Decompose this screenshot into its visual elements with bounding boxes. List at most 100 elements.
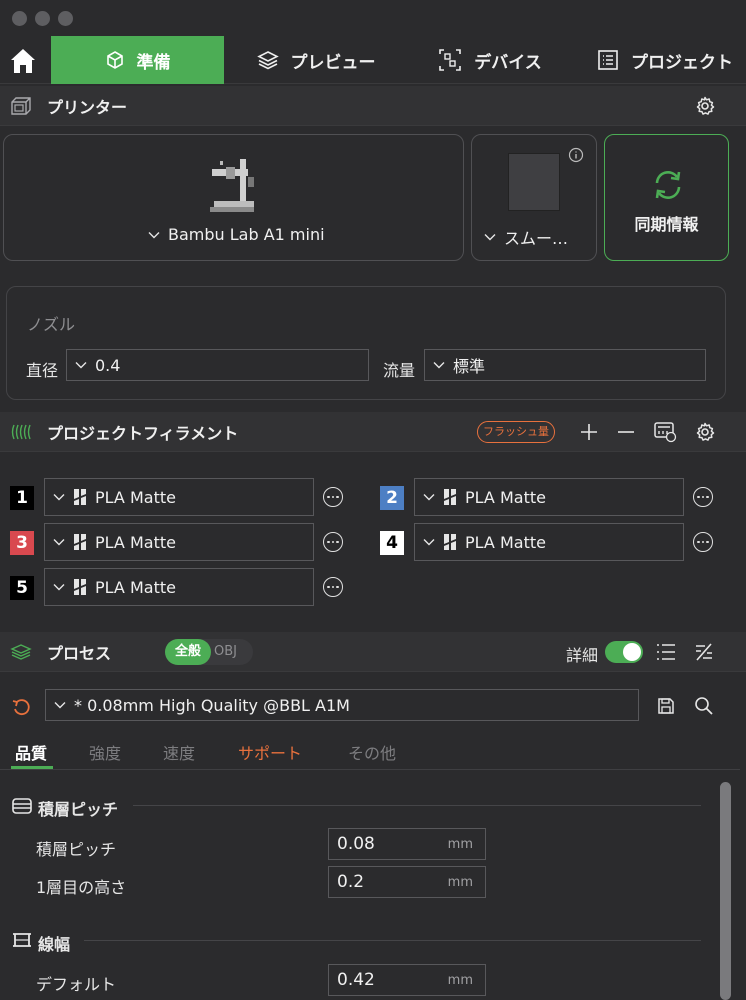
more-options-icon[interactable] xyxy=(323,577,343,597)
search-icon[interactable] xyxy=(694,696,714,716)
filament-icon xyxy=(11,424,31,440)
reset-icon[interactable] xyxy=(11,697,31,717)
filament-select[interactable]: PLA Matte xyxy=(44,523,314,561)
list-view-icon[interactable] xyxy=(656,643,676,661)
gear-icon[interactable] xyxy=(695,422,715,442)
process-section-header: プロセス 全般 OBJ 詳細 xyxy=(0,632,746,672)
filament-slot-number[interactable]: 4 xyxy=(380,531,404,555)
tab-project-label: プロジェクト xyxy=(631,52,733,73)
filament-slot-number[interactable]: 2 xyxy=(380,486,404,510)
active-subtab-indicator xyxy=(11,766,53,769)
zoom-window-button[interactable] xyxy=(58,11,73,26)
first-layer-height-label: 1層目の高さ xyxy=(36,878,127,897)
bambu-logo-icon xyxy=(444,489,456,505)
home-icon[interactable] xyxy=(8,46,38,76)
chevron-down-icon xyxy=(423,539,435,546)
nozzle-title: ノズル xyxy=(27,315,76,334)
filament-name: PLA Matte xyxy=(95,577,176,597)
flow-value: 標準 xyxy=(453,357,486,376)
subtab-3[interactable]: サポート xyxy=(238,740,302,764)
line-width-icon xyxy=(13,933,31,947)
more-options-icon[interactable] xyxy=(693,532,713,552)
sync-icon xyxy=(655,171,681,199)
filament-select[interactable]: PLA Matte xyxy=(44,568,314,606)
layer-height-group-title: 積層ピッチ xyxy=(38,800,119,819)
main-tab-bar: 準備 プレビュー デバイス プロジェクト xyxy=(0,36,746,84)
toggle-obj[interactable]: OBJ xyxy=(214,639,237,665)
subtab-2[interactable]: 速度 xyxy=(163,740,195,764)
diameter-value: 0.4 xyxy=(95,355,121,375)
filament-slot-number[interactable]: 3 xyxy=(10,531,34,555)
minimize-window-button[interactable] xyxy=(35,11,50,26)
diameter-select[interactable]: 0.4 xyxy=(66,349,369,381)
chevron-down-icon xyxy=(75,362,87,369)
filament-slot-number[interactable]: 5 xyxy=(10,576,34,600)
tab-project[interactable]: プロジェクト xyxy=(586,36,744,84)
sync-label: 同期情報 xyxy=(634,215,699,234)
printer-section-title: プリンター xyxy=(47,97,128,117)
printer-section-header: プリンター xyxy=(0,86,746,126)
info-icon[interactable] xyxy=(568,147,584,163)
save-icon[interactable] xyxy=(657,697,675,715)
filament-slot-number[interactable]: 1 xyxy=(10,486,34,510)
more-options-icon[interactable] xyxy=(323,532,343,552)
nozzle-card: ノズル 直径 0.4 流量 標準 xyxy=(6,286,726,400)
chevron-down-icon xyxy=(484,234,496,241)
close-window-button[interactable] xyxy=(12,11,27,26)
plate-name: スムー… xyxy=(504,229,569,248)
bambu-logo-icon xyxy=(444,534,456,550)
printer-select[interactable]: Bambu Lab A1 mini xyxy=(148,225,325,244)
detail-label: 詳細 xyxy=(566,646,599,665)
first-layer-height-input[interactable]: 0.2 mm xyxy=(328,866,486,898)
scrollbar-thumb[interactable] xyxy=(720,782,731,1000)
subtab-1[interactable]: 強度 xyxy=(89,740,121,764)
sync-button[interactable]: 同期情報 xyxy=(604,134,729,261)
tab-prepare[interactable]: 準備 xyxy=(51,36,224,84)
filament-name: PLA Matte xyxy=(465,532,546,552)
layers-icon xyxy=(10,644,32,660)
ams-sync-icon[interactable] xyxy=(653,421,677,443)
printer-card[interactable]: Bambu Lab A1 mini xyxy=(3,134,464,261)
more-options-icon[interactable] xyxy=(693,487,713,507)
flush-volume-button[interactable]: フラッシュ量 xyxy=(477,421,555,443)
diameter-label: 直径 xyxy=(26,361,59,380)
group-divider xyxy=(133,805,701,806)
process-preset-value: * 0.08mm High Quality @BBL A1M xyxy=(74,695,350,715)
more-options-icon[interactable] xyxy=(323,487,343,507)
toggle-global[interactable]: 全般 xyxy=(165,639,211,665)
gear-icon[interactable] xyxy=(695,96,715,116)
layer-height-input[interactable]: 0.08 mm xyxy=(328,828,486,860)
filament-section-title: プロジェクトフィラメント xyxy=(47,423,239,443)
layer-height-label: 積層ピッチ xyxy=(36,840,117,859)
process-preset-select[interactable]: * 0.08mm High Quality @BBL A1M xyxy=(45,689,639,721)
filament-name: PLA Matte xyxy=(95,532,176,552)
bambu-logo-icon xyxy=(74,579,86,595)
chevron-down-icon xyxy=(53,539,65,546)
chevron-down-icon xyxy=(53,494,65,501)
unit-label: mm xyxy=(447,836,473,852)
flow-label: 流量 xyxy=(383,361,416,380)
filament-select[interactable]: PLA Matte xyxy=(414,478,684,516)
compare-icon[interactable] xyxy=(694,642,714,662)
filament-select[interactable]: PLA Matte xyxy=(44,478,314,516)
global-obj-toggle[interactable]: 全般 OBJ xyxy=(165,639,253,665)
plate-card[interactable]: スムー… xyxy=(471,134,597,261)
flow-select[interactable]: 標準 xyxy=(424,349,706,381)
tab-device[interactable]: デバイス xyxy=(420,36,560,84)
title-bar xyxy=(0,0,746,36)
default-line-width-label: デフォルト xyxy=(36,975,117,994)
subtab-0[interactable]: 品質 xyxy=(15,740,47,764)
plus-icon[interactable] xyxy=(580,423,598,441)
detail-toggle[interactable] xyxy=(605,641,643,663)
minus-icon[interactable] xyxy=(617,423,635,441)
printer-image xyxy=(210,159,254,212)
first-layer-height-value: 0.2 xyxy=(337,872,365,892)
filament-select[interactable]: PLA Matte xyxy=(414,523,684,561)
subtab-4[interactable]: その他 xyxy=(348,740,396,764)
default-line-width-input[interactable]: 0.42 mm xyxy=(328,964,486,996)
layer-height-value: 0.08 xyxy=(337,834,375,854)
plate-select[interactable]: スムー… xyxy=(484,225,568,249)
filament-section-header: プロジェクトフィラメント フラッシュ量 xyxy=(0,412,746,452)
chevron-down-icon xyxy=(433,362,445,369)
tab-preview[interactable]: プレビュー xyxy=(236,36,396,84)
